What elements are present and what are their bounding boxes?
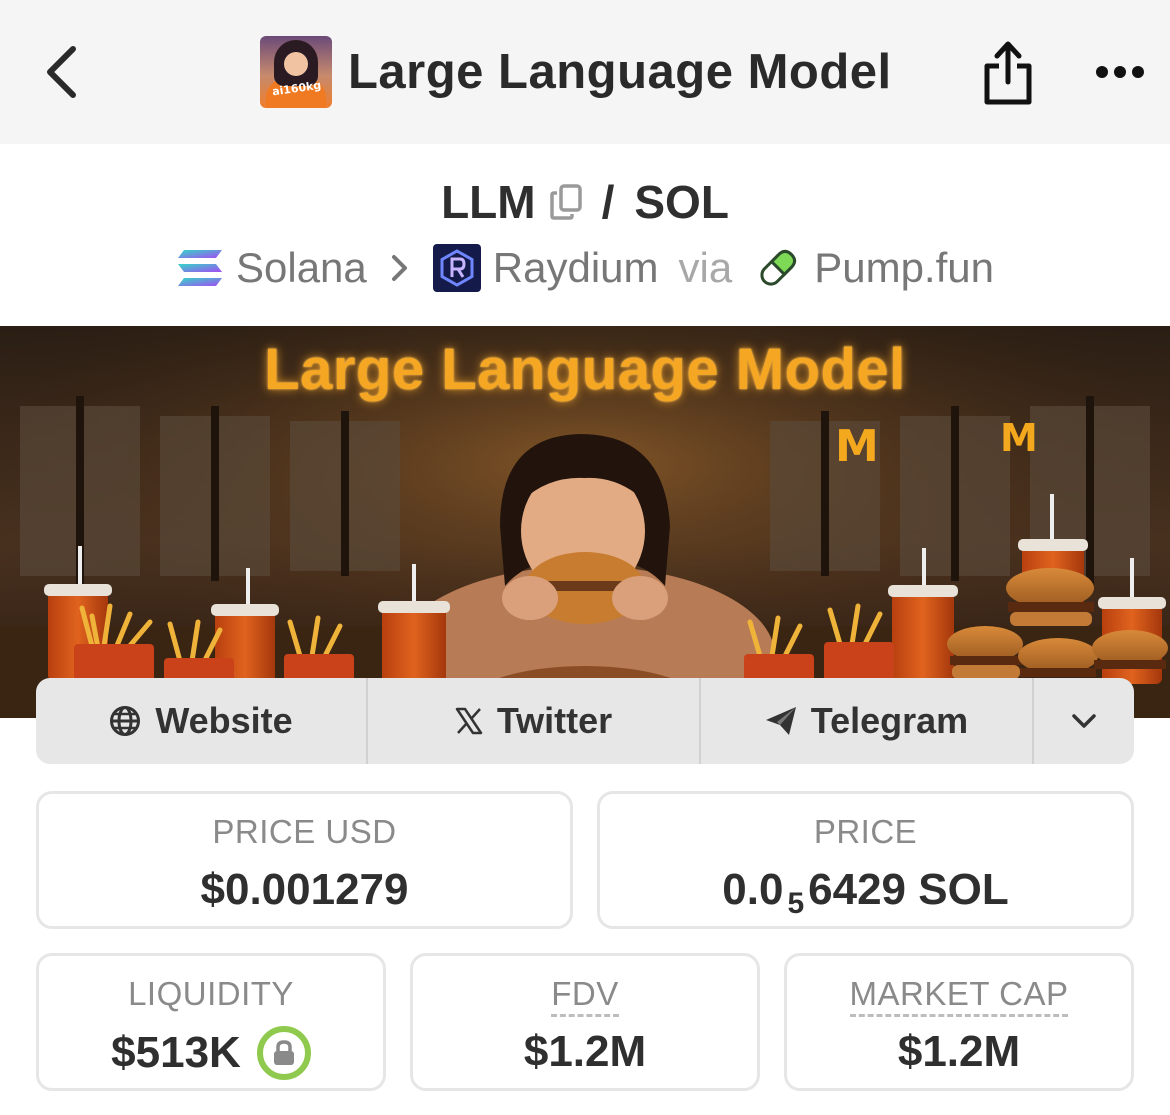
pair-separator: / [601,176,615,228]
price-native-zero-count: 5 [787,887,805,920]
fdv-card[interactable]: FDV $1.2M [410,953,760,1091]
telegram-label: Telegram [810,700,969,741]
via-label: via [678,244,733,291]
banner-title: Large Language Model [264,337,906,402]
back-button[interactable] [36,42,86,102]
dex-link[interactable]: Raydium [493,244,659,292]
liquidity-value: $513K [111,1028,241,1077]
chain-breadcrumb: Solana Raydium via Pump.fun [0,240,1170,296]
svg-text:M: M [1000,416,1038,460]
copy-icon [549,184,582,220]
token-banner-image: M M Large Language Model [0,326,1170,718]
price-native-card: PRICE 0.0 5 6429 SOL [597,791,1134,929]
price-usd-label: PRICE USD [212,813,397,850]
page-title: Large Language Model [348,45,892,99]
market-cap-card[interactable]: MARKET CAP $1.2M [784,953,1134,1091]
website-label: Website [155,700,293,741]
fdv-label-text: FDV [551,975,619,1017]
lock-icon [273,1040,294,1065]
price-usd-value: $0.001279 [200,865,409,914]
price-native-suffix: 6429 SOL [808,865,1009,914]
x-logo-icon [455,707,483,735]
market-cap-value: $1.2M [897,1027,1021,1076]
telegram-button[interactable]: Telegram [701,678,1034,764]
liquidity-value-row: $513K [39,1026,383,1080]
top-bar: ai160kg Large Language Model [0,0,1170,144]
market-cap-label-text: MARKET CAP [849,975,1069,1017]
fdv-value: $1.2M [523,1027,647,1076]
pair-quote-symbol: SOL [634,176,729,228]
price-native-label: PRICE [813,813,918,850]
raydium-icon [432,244,481,292]
price-native-value: 0.0 5 6429 SOL [600,864,1131,920]
pair-header: LLM / SOL [0,172,1170,232]
more-horizontal-icon [1096,66,1144,78]
share-button[interactable] [978,36,1038,108]
social-links-bar: Website Twitter Telegram [36,678,1134,764]
svg-text:M: M [835,421,879,472]
telegram-icon [765,706,797,736]
more-links-dropdown[interactable] [1034,678,1134,764]
share-icon [984,41,1032,105]
globe-icon [109,705,141,737]
more-options-button[interactable] [1090,50,1150,94]
liquidity-card: LIQUIDITY $513K [36,953,386,1091]
title-group: ai160kg Large Language Model [260,36,892,108]
pill-icon [754,244,802,292]
price-native-prefix: 0.0 [722,865,784,914]
market-cap-label: MARKET CAP [787,974,1131,1017]
liquidity-lock-button[interactable] [256,1026,311,1080]
website-button[interactable]: Website [36,678,368,764]
token-avatar: ai160kg [260,36,332,108]
price-usd-card: PRICE USD $0.001279 [36,791,573,929]
twitter-label: Twitter [496,700,613,741]
launchpad-link[interactable]: Pump.fun [814,244,994,292]
solana-icon [176,244,224,292]
chevron-right-icon [391,254,409,282]
chain-link[interactable]: Solana [236,244,367,292]
chevron-down-icon [1072,714,1096,728]
chevron-left-icon [47,46,76,98]
liquidity-label: LIQUIDITY [128,975,294,1012]
fdv-label: FDV [413,974,757,1017]
twitter-button[interactable]: Twitter [368,678,701,764]
copy-address-button[interactable] [546,180,586,224]
pair-base-symbol: LLM [441,176,536,228]
